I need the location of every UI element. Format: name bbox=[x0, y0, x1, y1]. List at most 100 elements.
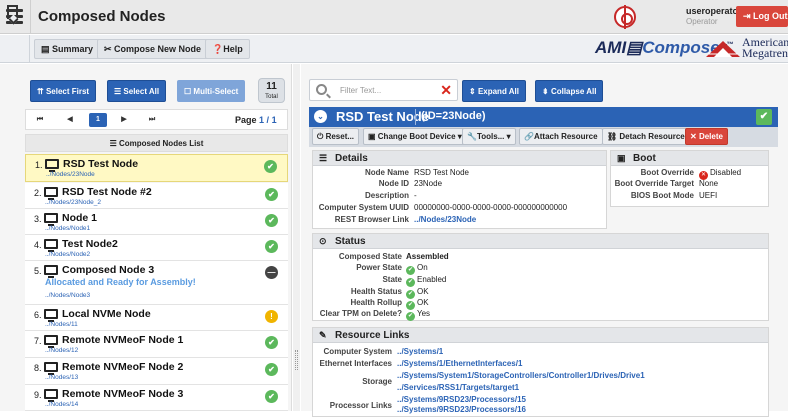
item-name: RSD Test Node #2 bbox=[62, 186, 152, 198]
item-path[interactable]: ../Nodes/23Node bbox=[46, 171, 95, 178]
power-icon: ⏻ bbox=[317, 132, 326, 141]
item-path[interactable]: ../Nodes/Node2 bbox=[45, 251, 90, 258]
page-1-button[interactable]: 1 bbox=[89, 113, 107, 127]
list-header-label: Composed Nodes List bbox=[118, 139, 204, 148]
list-item[interactable]: 3. Node 1 ../Nodes/Node1 ✔ bbox=[25, 209, 288, 235]
node-id-key: Node ID bbox=[378, 179, 409, 188]
change-boot-label: Change Boot Device ▾ bbox=[377, 132, 462, 141]
rest-link-value[interactable]: ../Nodes/23Node bbox=[414, 215, 476, 224]
next-page-button[interactable]: ▶ bbox=[115, 113, 133, 127]
item-path[interactable]: ../Nodes/14 bbox=[45, 401, 78, 408]
storage-link[interactable]: ../Systems/System1/StorageControllers/Co… bbox=[397, 371, 645, 380]
item-path[interactable]: ../Nodes/13 bbox=[45, 374, 78, 381]
list-item[interactable]: 5. Composed Node 3 Allocated and Ready f… bbox=[25, 261, 288, 305]
item-path[interactable]: ../Nodes/Node3 bbox=[45, 292, 90, 299]
logout-label: Log Out bbox=[753, 11, 788, 21]
item-path[interactable]: ../Nodes/Node1 bbox=[45, 225, 90, 232]
power-state-key: Power State bbox=[356, 263, 402, 272]
item-number: 6. bbox=[34, 310, 42, 320]
composed-nodes-list-header: ☰ Composed Nodes List bbox=[25, 134, 288, 152]
detach-resource-button[interactable]: ⛓ Detach Resource bbox=[602, 128, 690, 145]
monitor-icon bbox=[45, 159, 59, 172]
reset-label: Reset... bbox=[325, 132, 355, 141]
node-name-key: Node Name bbox=[364, 168, 409, 177]
resource-links-title: Resource Links bbox=[335, 330, 410, 341]
multi-select-button[interactable]: ☐ Multi-Select bbox=[177, 80, 246, 102]
list-item[interactable]: 1. RSD Test Node ../Nodes/23Node ✔ bbox=[25, 154, 288, 182]
sort-icon: ⇈ bbox=[37, 87, 46, 96]
details-header[interactable]: ☰ Details bbox=[313, 151, 606, 166]
monitor-icon bbox=[44, 389, 58, 402]
compose-new-node-button[interactable]: ✂ Compose New Node bbox=[97, 39, 209, 59]
select-first-button[interactable]: ⇈ Select First bbox=[30, 80, 97, 102]
state-value: ✔ Enabled bbox=[406, 275, 447, 287]
processor-link[interactable]: ../Systems/9RSD23/Processors/15 bbox=[397, 395, 526, 404]
list-item[interactable]: 4. Test Node2 ../Nodes/Node2 ✔ bbox=[25, 235, 288, 261]
summary-label: Summary bbox=[52, 44, 94, 54]
item-path[interactable]: ../Nodes/12 bbox=[45, 347, 78, 354]
attach-resource-button[interactable]: 🔗Attach Resource bbox=[519, 128, 603, 145]
storage-target-link[interactable]: ../Services/RSS1/Targets/target1 bbox=[397, 383, 519, 392]
status-in-progress-icon: — bbox=[265, 266, 278, 279]
list-item[interactable]: 8. Remote NVMeoF Node 2 ../Nodes/13 ✔ bbox=[25, 358, 288, 385]
last-page-button[interactable]: ⏭ bbox=[143, 113, 161, 127]
reset-button[interactable]: ⏻ Reset... bbox=[312, 128, 360, 145]
list-item[interactable]: 9. Remote NVMeoF Node 3 ../Nodes/14 ✔ bbox=[25, 385, 288, 411]
clear-filter-icon[interactable]: ✕ bbox=[440, 82, 452, 99]
chevron-down-icon[interactable]: ⌄ bbox=[314, 110, 327, 123]
processor-links-key: Processor Links bbox=[329, 401, 392, 410]
delete-button[interactable]: ✕ Delete bbox=[685, 128, 728, 145]
collapse-all-button[interactable]: ⇟ Collapse All bbox=[535, 80, 604, 102]
divider bbox=[30, 0, 31, 34]
list-item[interactable]: 6. Local NVMe Node ../Nodes/11 ! bbox=[25, 305, 288, 331]
first-page-button[interactable]: ⏮ bbox=[31, 113, 49, 127]
compose-label: Compose New Node bbox=[114, 44, 202, 54]
resource-links-header[interactable]: ✎ Resource Links bbox=[313, 328, 768, 343]
monitor-icon bbox=[44, 362, 58, 375]
check-icon: ✔ bbox=[406, 266, 415, 275]
item-path[interactable]: ../Nodes/11 bbox=[45, 321, 78, 328]
item-path[interactable]: ../Nodes/23Node_2 bbox=[45, 199, 101, 206]
american-megatrends-text: AmericanMegatrends bbox=[742, 35, 788, 60]
help-button[interactable]: ❓Help bbox=[205, 39, 250, 59]
processor-link[interactable]: ../Systems/9RSD23/Processors/16 bbox=[397, 405, 526, 414]
boot-header[interactable]: ▣ Boot bbox=[611, 151, 768, 166]
status-header[interactable]: ⊙ Status bbox=[313, 234, 768, 249]
collapse-icon: ⇟ bbox=[542, 87, 551, 96]
expand-all-button[interactable]: ⇕ Expand All bbox=[462, 80, 526, 102]
multi-select-label: Multi-Select bbox=[193, 87, 239, 96]
bookmark-icon[interactable] bbox=[7, 5, 18, 19]
ethernet-interfaces-link[interactable]: ../Systems/1/EthernetInterfaces/1 bbox=[397, 359, 522, 368]
list-item[interactable]: 2. RSD Test Node #2 ../Nodes/23Node_2 ✔ bbox=[25, 183, 288, 209]
expand-all-label: Expand All bbox=[477, 87, 519, 96]
summary-button[interactable]: ▤ Summary bbox=[34, 39, 101, 59]
status-ok-icon: ✔ bbox=[264, 160, 277, 173]
alert-lifebuoy-icon[interactable] bbox=[614, 5, 636, 29]
clear-tpm-value: ✔ Yes bbox=[406, 309, 431, 321]
status-ok-icon: ✔ bbox=[265, 240, 278, 253]
question-icon: ❓ bbox=[212, 44, 224, 54]
tools-button[interactable]: 🔧Tools... ▾ bbox=[462, 128, 516, 145]
check-icon: ✔ bbox=[406, 278, 415, 287]
health-rollup-key: Health Rollup bbox=[350, 298, 402, 307]
node-name-value: RSD Test Node bbox=[414, 168, 469, 177]
item-name: Remote NVMeoF Node 1 bbox=[62, 334, 184, 346]
item-number: 8. bbox=[34, 363, 42, 373]
change-boot-device-button[interactable]: ▣ Change Boot Device ▾ bbox=[363, 128, 467, 145]
prev-page-button[interactable]: ◀ bbox=[61, 113, 79, 127]
health-status-key: Health Status bbox=[350, 287, 402, 296]
logout-button[interactable]: ⇥ Log Out bbox=[736, 6, 788, 27]
item-name: Node 1 bbox=[62, 212, 98, 224]
uuid-value: 00000000-0000-0000-0000-000000000000 bbox=[414, 203, 568, 212]
check-icon: ✔ bbox=[406, 312, 415, 321]
select-all-button[interactable]: ☰ Select All bbox=[107, 80, 167, 102]
status-warning-icon: ! bbox=[265, 310, 278, 323]
node-header[interactable]: ⌄ RSD Test Node (ID=23Node) ✔ bbox=[309, 107, 778, 127]
filter-text-input[interactable]: Filter Text... ✕ bbox=[309, 79, 458, 101]
resize-grip-icon[interactable] bbox=[295, 350, 298, 370]
list-item[interactable]: 7. Remote NVMeoF Node 1 ../Nodes/12 ✔ bbox=[25, 331, 288, 358]
computer-system-link[interactable]: ../Systems/1 bbox=[397, 347, 443, 356]
state-key: State bbox=[382, 275, 402, 284]
page-indicator: Page 1 / 1 bbox=[235, 115, 277, 125]
item-number: 7. bbox=[34, 336, 42, 346]
